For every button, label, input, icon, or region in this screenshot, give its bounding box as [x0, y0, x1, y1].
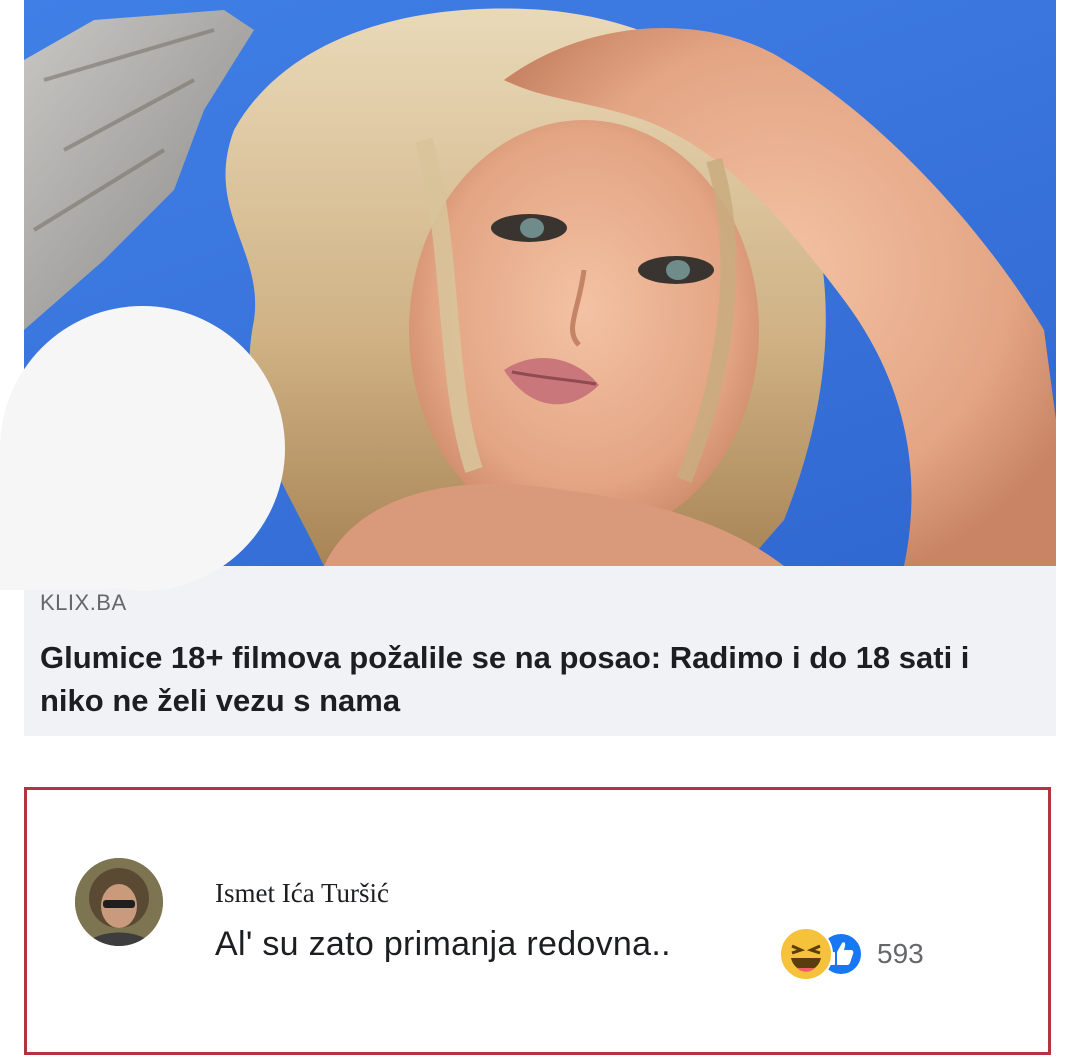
avatar[interactable]: [75, 858, 163, 946]
redaction-blob-tail: [0, 440, 160, 590]
haha-icon: [779, 927, 833, 981]
reaction-count: 593: [877, 938, 924, 969]
article-headline[interactable]: Glumice 18+ filmova požalile se na posao…: [40, 636, 1040, 722]
highlighted-comment: Ismet Ića Turšić Al' su zato primanja re…: [24, 787, 1051, 1055]
reaction-summary[interactable]: 593: [779, 926, 924, 982]
source-domain: KLIX.BA: [40, 590, 127, 615]
comment-author[interactable]: Ismet Ića Turšić: [215, 878, 389, 909]
comment-text: Al' su zato primanja redovna..: [215, 925, 671, 963]
